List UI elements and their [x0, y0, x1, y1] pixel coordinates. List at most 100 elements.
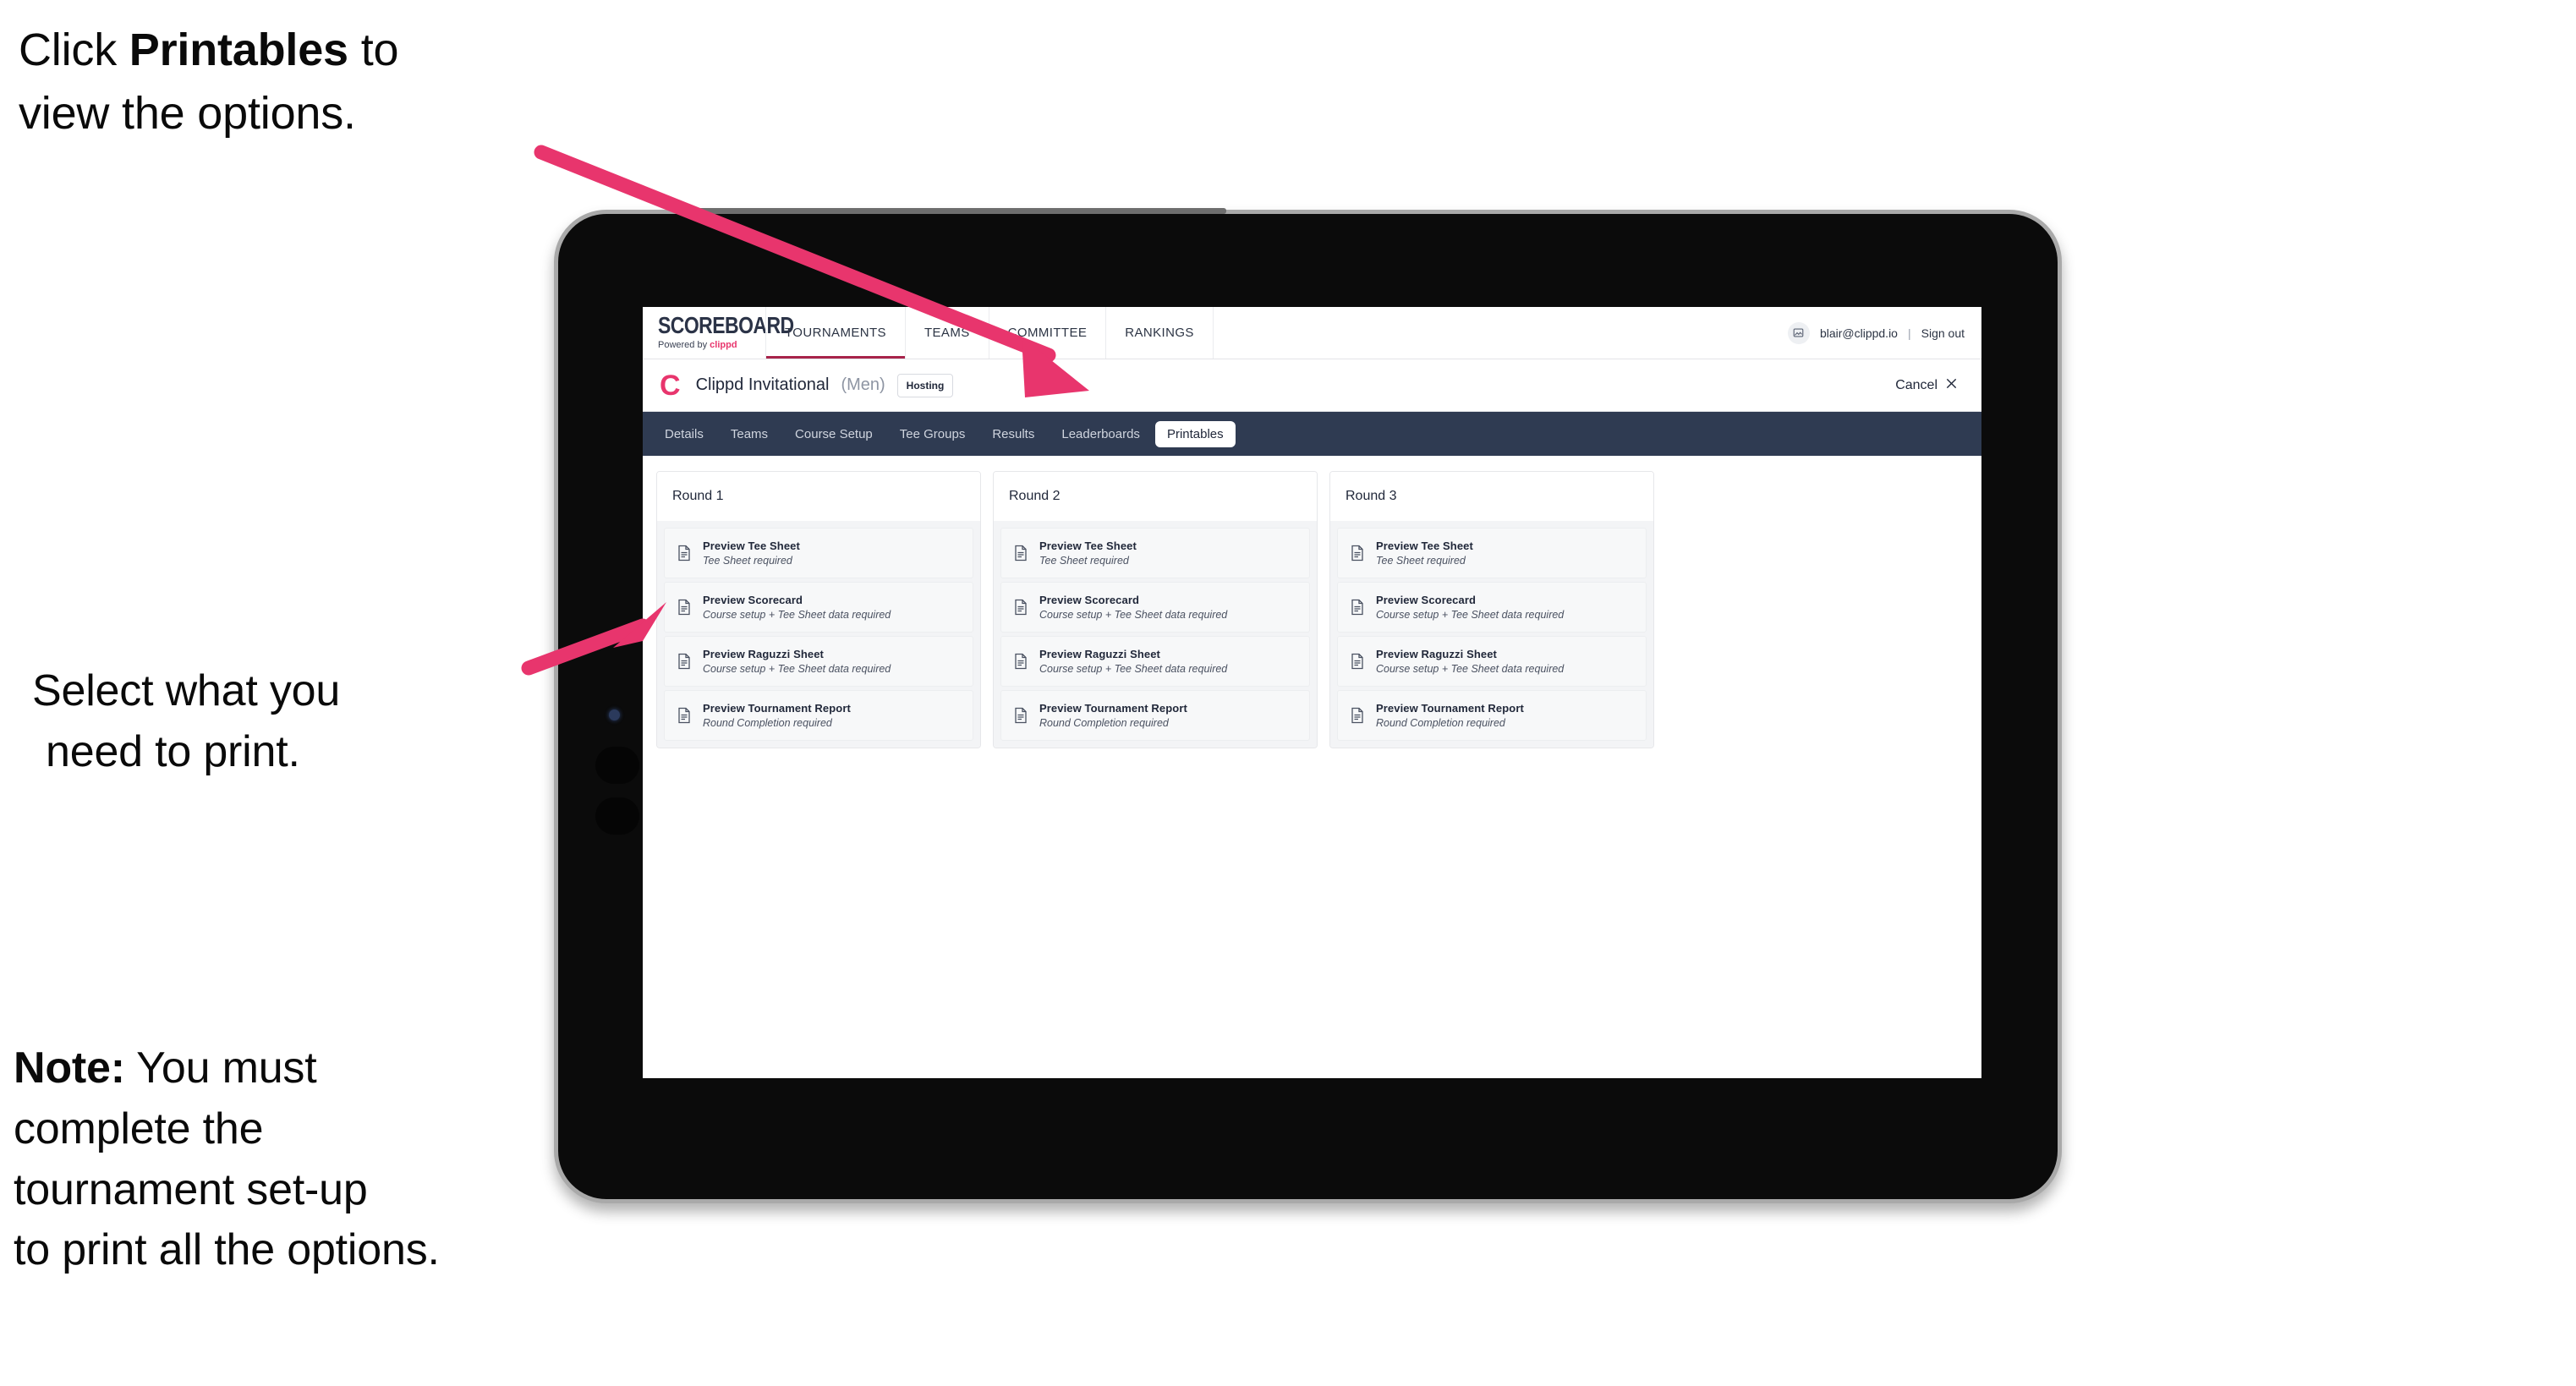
printable-title: Preview Raguzzi Sheet	[1039, 648, 1160, 660]
printable-requirement: Round Completion required	[1376, 717, 1505, 729]
printable-requirement: Course setup + Tee Sheet data required	[703, 663, 891, 675]
printable-title: Preview Tee Sheet	[1376, 540, 1473, 552]
printable-requirement: Tee Sheet required	[1376, 555, 1466, 567]
printables-list: Preview Tee Sheet Tee Sheet required Pre…	[994, 521, 1317, 748]
annotation-click-line2: view the options.	[19, 87, 356, 139]
printable-requirement: Tee Sheet required	[1039, 555, 1129, 567]
document-icon	[1013, 545, 1028, 562]
volume-up-button[interactable]	[595, 747, 639, 784]
printable-requirement: Round Completion required	[1039, 717, 1169, 729]
printable-title: Preview Tee Sheet	[703, 540, 800, 552]
printable-title: Preview Scorecard	[1376, 594, 1477, 606]
printable-preview-scorecard[interactable]: Preview Scorecard Course setup + Tee She…	[1000, 582, 1310, 633]
printable-preview-tournament-report[interactable]: Preview Tournament Report Round Completi…	[664, 690, 973, 741]
document-icon	[1013, 599, 1028, 616]
document-icon	[677, 653, 692, 670]
printable-requirement: Course setup + Tee Sheet data required	[1039, 609, 1228, 621]
tab-teams[interactable]: Teams	[719, 421, 780, 447]
volume-down-button[interactable]	[595, 797, 639, 835]
printable-requirement: Course setup + Tee Sheet data required	[703, 609, 891, 621]
annotation-click-pre: Click	[19, 25, 129, 75]
round-title: Round 2	[994, 472, 1317, 521]
tab-results[interactable]: Results	[980, 421, 1046, 447]
nav-item-tournaments[interactable]: TOURNAMENTS	[765, 307, 906, 359]
printable-title: Preview Scorecard	[1039, 594, 1140, 606]
primary-nav: TOURNAMENTS TEAMS COMMITTEE RANKINGS	[765, 307, 1214, 359]
printable-requirement: Round Completion required	[703, 717, 832, 729]
tab-details[interactable]: Details	[653, 421, 715, 447]
printable-title: Preview Tee Sheet	[1039, 540, 1137, 552]
cancel-button[interactable]: Cancel	[1895, 377, 1965, 394]
close-x-icon	[1945, 377, 1958, 394]
document-icon	[1350, 653, 1365, 670]
round-column: Round 3 Preview Tee Sheet Tee Sheet requ…	[1329, 471, 1654, 748]
annotation-note-line4: to print all the options.	[14, 1225, 440, 1275]
account-area: blair@clippd.io | Sign out	[1787, 307, 1981, 359]
tab-course-setup[interactable]: Course Setup	[783, 421, 885, 447]
tablet-screen: SCOREBOARD Powered by clippd TOURNAMENTS…	[643, 307, 1981, 1078]
printable-requirement: Tee Sheet required	[703, 555, 792, 567]
tournament-header-bar: C Clippd Invitational (Men) Hosting Canc…	[643, 359, 1981, 412]
tab-tee-groups[interactable]: Tee Groups	[888, 421, 978, 447]
nav-item-teams[interactable]: TEAMS	[904, 307, 989, 359]
printable-title: Preview Tournament Report	[1039, 702, 1187, 715]
printables-list: Preview Tee Sheet Tee Sheet required Pre…	[657, 521, 980, 748]
printable-requirement: Course setup + Tee Sheet data required	[1376, 663, 1565, 675]
printable-title: Preview Raguzzi Sheet	[703, 648, 824, 660]
document-icon	[677, 545, 692, 562]
tab-leaderboards[interactable]: Leaderboards	[1050, 421, 1152, 447]
annotation-select-print: Select what you need to print.	[32, 661, 573, 783]
annotation-note-line1: You must	[124, 1044, 317, 1093]
account-email: blair@clippd.io	[1819, 326, 1898, 340]
annotation-click-post: to	[348, 25, 399, 75]
hosting-badge: Hosting	[896, 373, 954, 397]
annotation-click-printables: Click Printables to view the options.	[19, 19, 577, 145]
printable-title: Preview Scorecard	[703, 594, 803, 606]
scoreboard-logo[interactable]: SCOREBOARD Powered by clippd	[643, 307, 794, 359]
sign-out-button[interactable]: Sign out	[1921, 326, 1965, 340]
brand-clippd-name: clippd	[710, 340, 737, 350]
nav-item-committee[interactable]: COMMITTEE	[988, 307, 1107, 359]
document-icon	[1013, 707, 1028, 724]
brand-powered-prefix: Powered by	[658, 340, 710, 350]
brand-powered-by: Powered by clippd	[658, 341, 766, 350]
annotation-click-bold: Printables	[129, 25, 348, 75]
round-column: Round 1 Preview Tee Sheet Tee Sheet requ…	[656, 471, 981, 748]
document-icon	[1350, 545, 1365, 562]
round-title: Round 1	[657, 472, 980, 521]
tab-printables[interactable]: Printables	[1154, 420, 1236, 447]
cancel-label: Cancel	[1895, 377, 1937, 392]
printable-preview-tournament-report[interactable]: Preview Tournament Report Round Completi…	[1000, 690, 1310, 741]
camera-icon	[609, 709, 620, 720]
document-icon	[677, 599, 692, 616]
printable-title: Preview Tournament Report	[703, 702, 851, 715]
printable-requirement: Course setup + Tee Sheet data required	[1376, 609, 1565, 621]
printable-title: Preview Tournament Report	[1376, 702, 1524, 715]
account-separator: |	[1907, 326, 1911, 340]
printable-preview-tournament-report[interactable]: Preview Tournament Report Round Completi…	[1337, 690, 1647, 741]
printable-preview-tee-sheet[interactable]: Preview Tee Sheet Tee Sheet required	[1000, 528, 1310, 578]
printables-content: Round 1 Preview Tee Sheet Tee Sheet requ…	[643, 456, 1981, 764]
document-icon	[1350, 707, 1365, 724]
annotation-select-line1: Select what you	[32, 666, 341, 715]
printable-preview-raguzzi-sheet[interactable]: Preview Raguzzi Sheet Course setup + Tee…	[664, 636, 973, 687]
printables-list: Preview Tee Sheet Tee Sheet required Pre…	[1330, 521, 1653, 748]
printable-preview-raguzzi-sheet[interactable]: Preview Raguzzi Sheet Course setup + Tee…	[1000, 636, 1310, 687]
round-title: Round 3	[1330, 472, 1653, 521]
printable-requirement: Course setup + Tee Sheet data required	[1039, 663, 1228, 675]
printable-title: Preview Raguzzi Sheet	[1376, 648, 1497, 660]
printable-preview-scorecard[interactable]: Preview Scorecard Course setup + Tee She…	[664, 582, 973, 633]
document-icon	[677, 707, 692, 724]
app-global-header: SCOREBOARD Powered by clippd TOURNAMENTS…	[643, 307, 1981, 359]
nav-item-rankings[interactable]: RANKINGS	[1105, 307, 1214, 359]
printable-preview-tee-sheet[interactable]: Preview Tee Sheet Tee Sheet required	[1337, 528, 1647, 578]
printable-preview-raguzzi-sheet[interactable]: Preview Raguzzi Sheet Course setup + Tee…	[1337, 636, 1647, 687]
clippd-c-logo-icon: C	[660, 369, 681, 402]
user-image-icon[interactable]	[1787, 321, 1810, 344]
tournament-name: Clippd Invitational	[695, 375, 830, 394]
printable-preview-scorecard[interactable]: Preview Scorecard Course setup + Tee She…	[1337, 582, 1647, 633]
printable-preview-tee-sheet[interactable]: Preview Tee Sheet Tee Sheet required	[664, 528, 973, 578]
tablet-device-frame: SCOREBOARD Powered by clippd TOURNAMENTS…	[554, 208, 2062, 1203]
document-icon	[1013, 653, 1028, 670]
tournament-tab-strip: Details Teams Course Setup Tee Groups Re…	[643, 412, 1981, 456]
